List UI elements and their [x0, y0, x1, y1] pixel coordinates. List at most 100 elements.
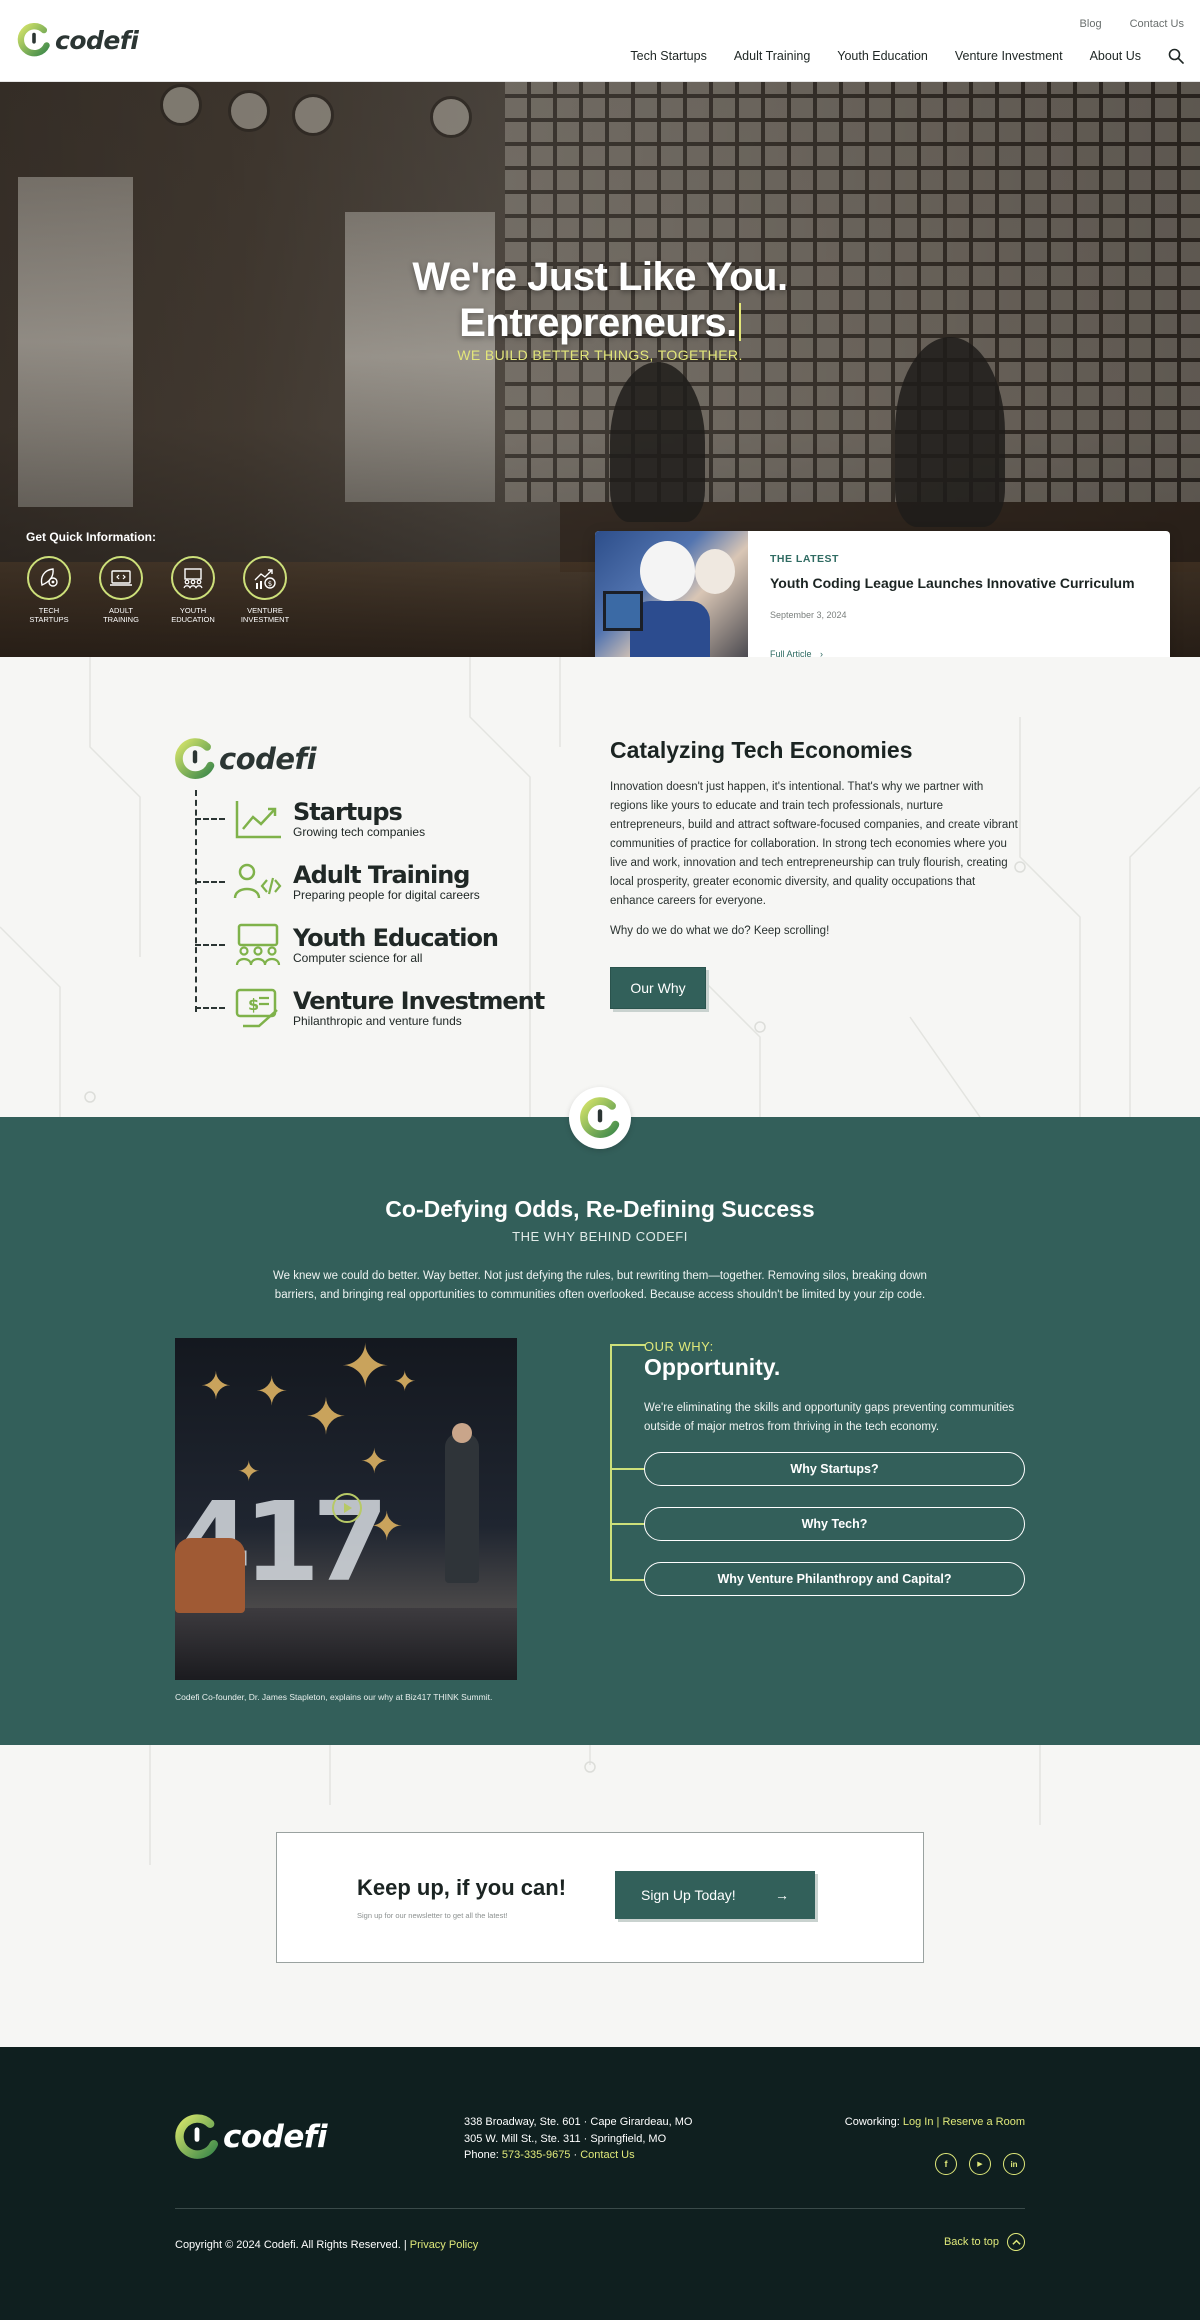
hero-title: We're Just Like You. Entrepreneurs.: [0, 254, 1200, 346]
hero-bg-clock: [292, 94, 334, 136]
newsletter-title: Keep up, if you can!: [357, 1875, 567, 1900]
why-section-subtitle: THE WHY BEHIND CODEFI: [512, 1229, 688, 1244]
quick-item-label: TECH STARTUPS: [29, 606, 69, 624]
quick-info: Get Quick Information: TECH STARTUPS ADU…: [26, 530, 289, 624]
site-footer: codefi 338 Broadway, Ste. 601 · Cape Gir…: [0, 2047, 1200, 2320]
why-venture-button[interactable]: Why Venture Philanthropy and Capital?: [644, 1562, 1025, 1596]
video-player[interactable]: ✦ ✦ ✦ ✦ ✦ ✦ ✦ ✦ 417: [175, 1338, 517, 1680]
pillar-title: Venture Investment: [293, 987, 545, 1015]
pillar-text: Youth Education Computer science for all: [293, 925, 499, 965]
coworking-links: Coworking: Log In | Reserve a Room: [845, 2116, 1025, 2128]
codefi-badge: [569, 1087, 631, 1149]
hero-bg-clock: [430, 96, 472, 138]
pillar-title: Startups: [293, 798, 403, 826]
classroom-icon: [171, 556, 215, 600]
hero-bg-person: [610, 362, 705, 522]
nav-item-venture-investment[interactable]: Venture Investment: [955, 49, 1063, 63]
latest-title[interactable]: Youth Coding League Launches Innovative …: [770, 575, 1150, 591]
newsletter-section: Keep up, if you can! Sign up for our new…: [0, 1745, 1200, 2047]
utility-nav: Blog Contact Us: [1080, 18, 1184, 30]
hero-title-line2: Entrepreneurs.: [459, 301, 737, 345]
star-decoration: ✦: [305, 1389, 347, 1445]
nav-item-adult-training[interactable]: Adult Training: [734, 49, 810, 63]
catalyze-body-cta: Why do we do what we do? Keep scrolling!: [610, 925, 830, 937]
star-decoration: ✦: [255, 1370, 289, 1414]
why-rail-tick: [610, 1523, 645, 1525]
latest-date: September 3, 2024: [770, 610, 847, 620]
phone-link[interactable]: 573-335-9675: [502, 2149, 571, 2161]
back-to-top-link[interactable]: Back to top: [944, 2233, 1025, 2251]
hero-bg-clock: [160, 84, 202, 126]
nav-link-blog[interactable]: Blog: [1080, 18, 1102, 30]
image-monitor: [603, 591, 643, 631]
why-rail-tick: [610, 1344, 645, 1346]
why-section-body: We knew we could do better. Way better. …: [273, 1270, 927, 1301]
why-section: Co-Defying Odds, Re-Defining Success THE…: [0, 1117, 1200, 1745]
newsletter-subtitle: Sign up for our newsletter to get all th…: [357, 1911, 508, 1920]
privacy-policy-link[interactable]: Privacy Policy: [410, 2239, 478, 2251]
laptop-code-icon: [99, 556, 143, 600]
pillar-text: Adult Training Preparing people for digi…: [293, 862, 480, 902]
star-decoration: ✦: [393, 1366, 417, 1397]
codefi-logo: codefi: [173, 737, 317, 781]
separator: ·: [570, 2149, 581, 2161]
sign-up-label: Sign Up Today!: [641, 1887, 736, 1903]
pillar-subtitle: Philanthropic and venture funds: [293, 1014, 462, 1028]
chevron-up-icon: [1007, 2233, 1025, 2251]
why-tech-button[interactable]: Why Tech?: [644, 1507, 1025, 1541]
youtube-icon[interactable]: ▶: [969, 2153, 991, 2175]
copyright: Copyright © 2024 Codefi. All Rights Rese…: [175, 2239, 478, 2251]
video-chair: [175, 1538, 245, 1613]
quick-info-title: Get Quick Information:: [26, 530, 157, 544]
back-to-top-label: Back to top: [943, 2236, 999, 2248]
footer-address: 338 Broadway, Ste. 601 · Cape Girardeau,…: [464, 2114, 692, 2164]
quick-item-tech-startups[interactable]: TECH STARTUPS: [26, 556, 72, 624]
pillar-text: Venture Investment Philanthropic and ven…: [293, 987, 545, 1028]
our-why-text: We're eliminating the skills and opportu…: [644, 1402, 1015, 1433]
video-stage-floor: [175, 1608, 517, 1680]
circuit-background: [0, 657, 1200, 1117]
footer-logo[interactable]: codefi: [173, 2113, 328, 2161]
nav-item-about-us[interactable]: About Us: [1090, 49, 1141, 63]
linkedin-icon[interactable]: in: [1003, 2153, 1025, 2175]
social-links: f ▶ in: [935, 2153, 1025, 2175]
nav-item-tech-startups[interactable]: Tech Startups: [630, 49, 706, 63]
search-icon[interactable]: [1168, 48, 1184, 64]
quick-item-venture-investment[interactable]: $ VENTURE INVESTMENT: [241, 556, 289, 624]
codefi-logo-mark-icon: [17, 23, 50, 57]
quick-item-youth-education[interactable]: YOUTH EDUCATION: [170, 556, 216, 624]
why-startups-button[interactable]: Why Startups?: [644, 1452, 1025, 1486]
nav-item-youth-education[interactable]: Youth Education: [837, 49, 928, 63]
nav-link-contact-us[interactable]: Contact Us: [1130, 18, 1184, 30]
facebook-icon[interactable]: f: [935, 2153, 957, 2175]
codefi-logo-mark-icon: [175, 2114, 218, 2159]
logo-wordmark: codefi: [223, 2119, 328, 2155]
reserve-room-link[interactable]: Reserve a Room: [942, 2116, 1025, 2128]
sign-up-button[interactable]: Sign Up Today! →: [615, 1871, 815, 1919]
why-section-title: Co-Defying Odds, Re-Defining Success: [385, 1196, 815, 1222]
growth-dollar-icon: $: [243, 556, 287, 600]
log-in-link[interactable]: Log In: [903, 2116, 934, 2128]
chart-up-icon: [235, 801, 281, 839]
codefi-logo-mark-icon: [580, 1097, 620, 1138]
connector-dash: [195, 818, 225, 820]
hero-bg-clock: [228, 90, 270, 132]
our-why-button[interactable]: Our Why: [610, 967, 706, 1009]
image-figure: [695, 549, 735, 594]
site-logo[interactable]: codefi: [16, 22, 139, 58]
play-icon[interactable]: [332, 1493, 362, 1523]
video-caption: Codefi Co-founder, Dr. James Stapleton, …: [175, 1692, 493, 1702]
pillar-youth-education: Youth Education Computer science for all: [195, 923, 499, 967]
our-why-heading: Opportunity.: [644, 1354, 781, 1380]
hand-dollar-icon: $: [235, 988, 278, 1028]
connector-dash: [195, 1007, 225, 1009]
coworking-label: Coworking:: [844, 2116, 903, 2128]
rocket-gear-icon: [27, 556, 71, 600]
quick-item-adult-training[interactable]: ADULT TRAINING: [98, 556, 144, 624]
newsletter-box: Keep up, if you can! Sign up for our new…: [276, 1832, 924, 1963]
footer-divider: [175, 2208, 1025, 2209]
pillar-subtitle: Preparing people for digital careers: [293, 888, 480, 902]
contact-us-link[interactable]: Contact Us: [580, 2149, 634, 2161]
why-rail-tick: [610, 1579, 645, 1581]
phone-label: Phone:: [464, 2149, 502, 2161]
